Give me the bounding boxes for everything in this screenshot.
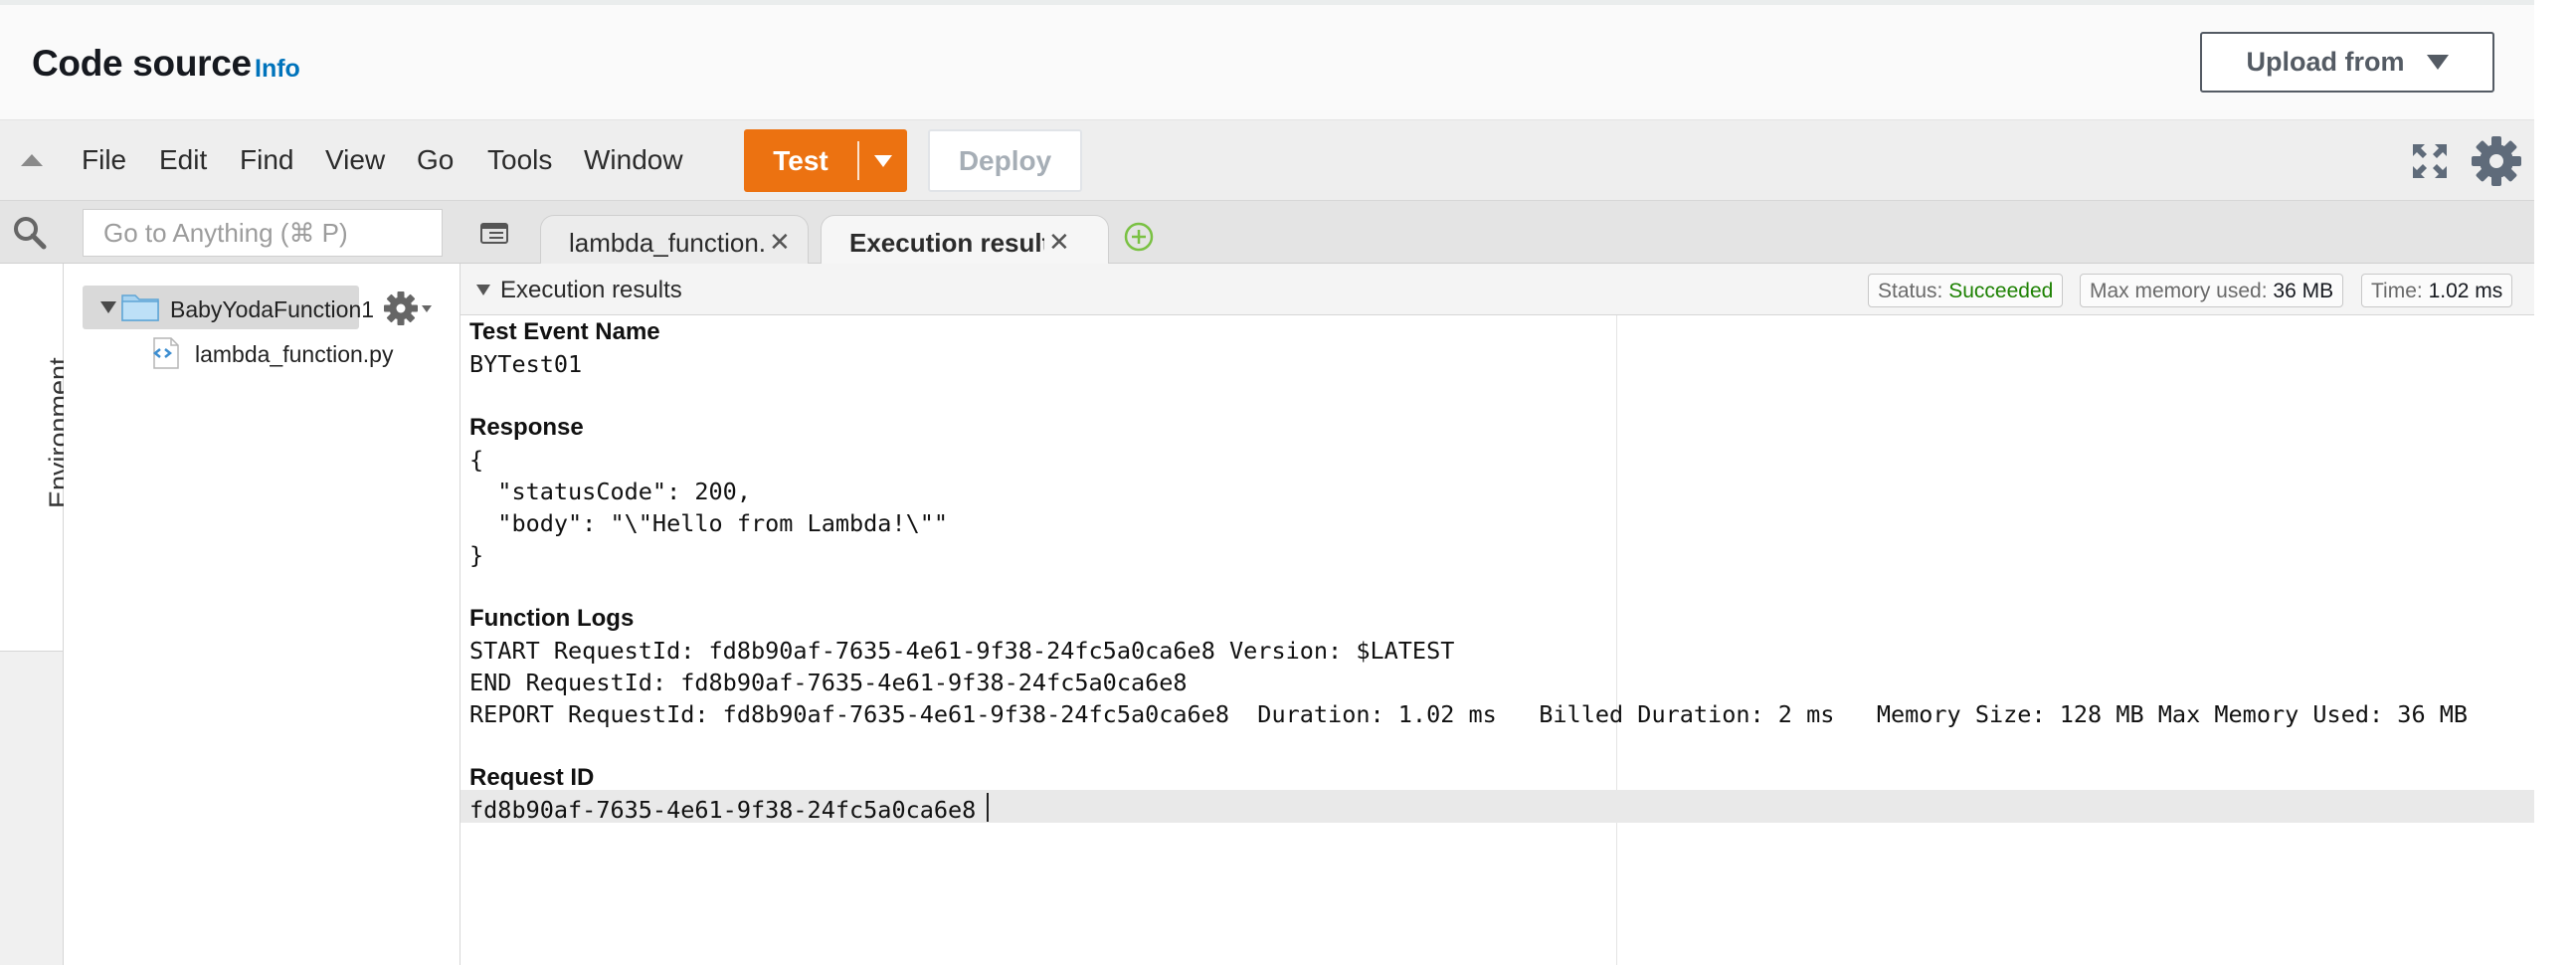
menu-go[interactable]: Go	[417, 144, 454, 176]
settings-gear-icon[interactable]	[2471, 135, 2522, 187]
tab-label: Execution results	[849, 228, 1044, 258]
execution-results-bar: Execution results Status: Succeeded Max …	[460, 264, 2534, 315]
add-tab-icon[interactable]	[1123, 221, 1155, 253]
menu-window[interactable]: Window	[584, 144, 683, 176]
execution-results-title[interactable]: Execution results	[500, 277, 682, 304]
request-id-value: fd8b90af-7635-4e61-9f38-24fc5a0ca6e8	[469, 796, 977, 824]
tab-lambda-function[interactable]: lambda_function.py ✕	[540, 215, 809, 265]
tab-list-icon[interactable]	[480, 223, 510, 245]
side-panel-rail: Environment	[0, 201, 74, 965]
status-badge: Status: Succeeded	[1868, 274, 2064, 307]
memory-badge: Max memory used: 36 MB	[2080, 274, 2344, 307]
menu-file[interactable]: File	[82, 144, 126, 176]
caret-down-icon	[2426, 55, 2449, 70]
python-file-icon	[152, 337, 179, 369]
ide-toolbar: File Edit Find View Go Tools Window Test…	[0, 120, 2534, 201]
goto-bar	[64, 201, 460, 264]
menu-find[interactable]: Find	[240, 144, 293, 176]
response-line: "statusCode": 200,	[469, 478, 751, 505]
request-id-heading: Request ID	[469, 764, 595, 791]
test-button-group: Test	[744, 129, 907, 192]
print-margin-line	[1616, 315, 1617, 965]
tab-label: lambda_function.py	[569, 228, 766, 258]
upload-from-button[interactable]: Upload from	[2200, 32, 2494, 93]
tree-settings-gear-icon[interactable]	[383, 290, 419, 326]
search-rail-cell	[0, 201, 64, 264]
execution-output[interactable]: Test Event Name BYTest01 Response { "sta…	[460, 315, 2534, 965]
upload-from-label: Upload from	[2246, 47, 2405, 77]
response-line: {	[469, 446, 484, 474]
test-event-value: BYTest01	[469, 350, 583, 378]
collapse-up-icon[interactable]	[21, 154, 43, 166]
time-badge: Time: 1.02 ms	[2361, 274, 2513, 307]
fullscreen-icon[interactable]	[2409, 140, 2451, 182]
search-icon[interactable]	[13, 216, 47, 250]
response-line: }	[469, 541, 484, 569]
go-to-anything-input[interactable]	[83, 209, 443, 257]
response-heading: Response	[469, 414, 584, 441]
info-link[interactable]: Info	[255, 55, 300, 84]
page-title: Code source	[32, 43, 252, 84]
file-tree-panel: BabyYodaFunction1 lambda_function.py	[64, 201, 460, 965]
response-line: "body": "\"Hello from Lambda!\""	[469, 509, 949, 537]
caret-down-icon	[874, 154, 892, 167]
tab-execution-results[interactable]: Execution results ✕	[821, 215, 1109, 265]
text-cursor	[987, 793, 989, 822]
collapse-results-icon[interactable]	[476, 285, 490, 295]
environment-tab[interactable]: Environment	[0, 264, 74, 652]
time-label: Time:	[2371, 280, 2423, 302]
function-logs-heading: Function Logs	[469, 605, 635, 632]
log-line: START RequestId: fd8b90af-7635-4e61-9f38…	[469, 637, 1455, 665]
menu-edit[interactable]: Edit	[159, 144, 207, 176]
log-line: REPORT RequestId: fd8b90af-7635-4e61-9f3…	[469, 700, 2469, 728]
time-value: 1.02 ms	[2428, 280, 2503, 302]
tree-file-row[interactable]: lambda_function.py	[151, 332, 440, 372]
code-source-header: Code source Info Upload from	[0, 5, 2534, 120]
folder-label: BabyYodaFunction1	[170, 296, 375, 322]
status-value: Succeeded	[1948, 280, 2054, 302]
test-event-heading: Test Event Name	[469, 318, 660, 345]
status-label: Status:	[1878, 280, 1943, 302]
memory-value: 36 MB	[2273, 280, 2334, 302]
menu-view[interactable]: View	[325, 144, 385, 176]
expand-triangle-icon[interactable]	[100, 301, 116, 313]
tree-folder-row[interactable]: BabyYodaFunction1	[83, 286, 374, 329]
file-label: lambda_function.py	[195, 341, 394, 367]
test-button[interactable]: Test	[744, 129, 857, 192]
deploy-button[interactable]: Deploy	[928, 129, 1082, 192]
tree-settings-caret-icon[interactable]	[422, 305, 432, 312]
log-line: END RequestId: fd8b90af-7635-4e61-9f38-2…	[469, 669, 1188, 696]
close-tab-icon[interactable]: ✕	[769, 227, 791, 258]
editor-area: lambda_function.py ✕ Execution results ✕…	[460, 201, 2534, 965]
folder-icon	[121, 294, 159, 321]
tab-bar: lambda_function.py ✕ Execution results ✕	[460, 201, 2534, 265]
test-dropdown-button[interactable]	[859, 129, 907, 192]
test-button-separator	[857, 141, 859, 180]
close-tab-icon[interactable]: ✕	[1048, 227, 1070, 258]
menu-tools[interactable]: Tools	[487, 144, 552, 176]
memory-label: Max memory used:	[2090, 280, 2268, 302]
